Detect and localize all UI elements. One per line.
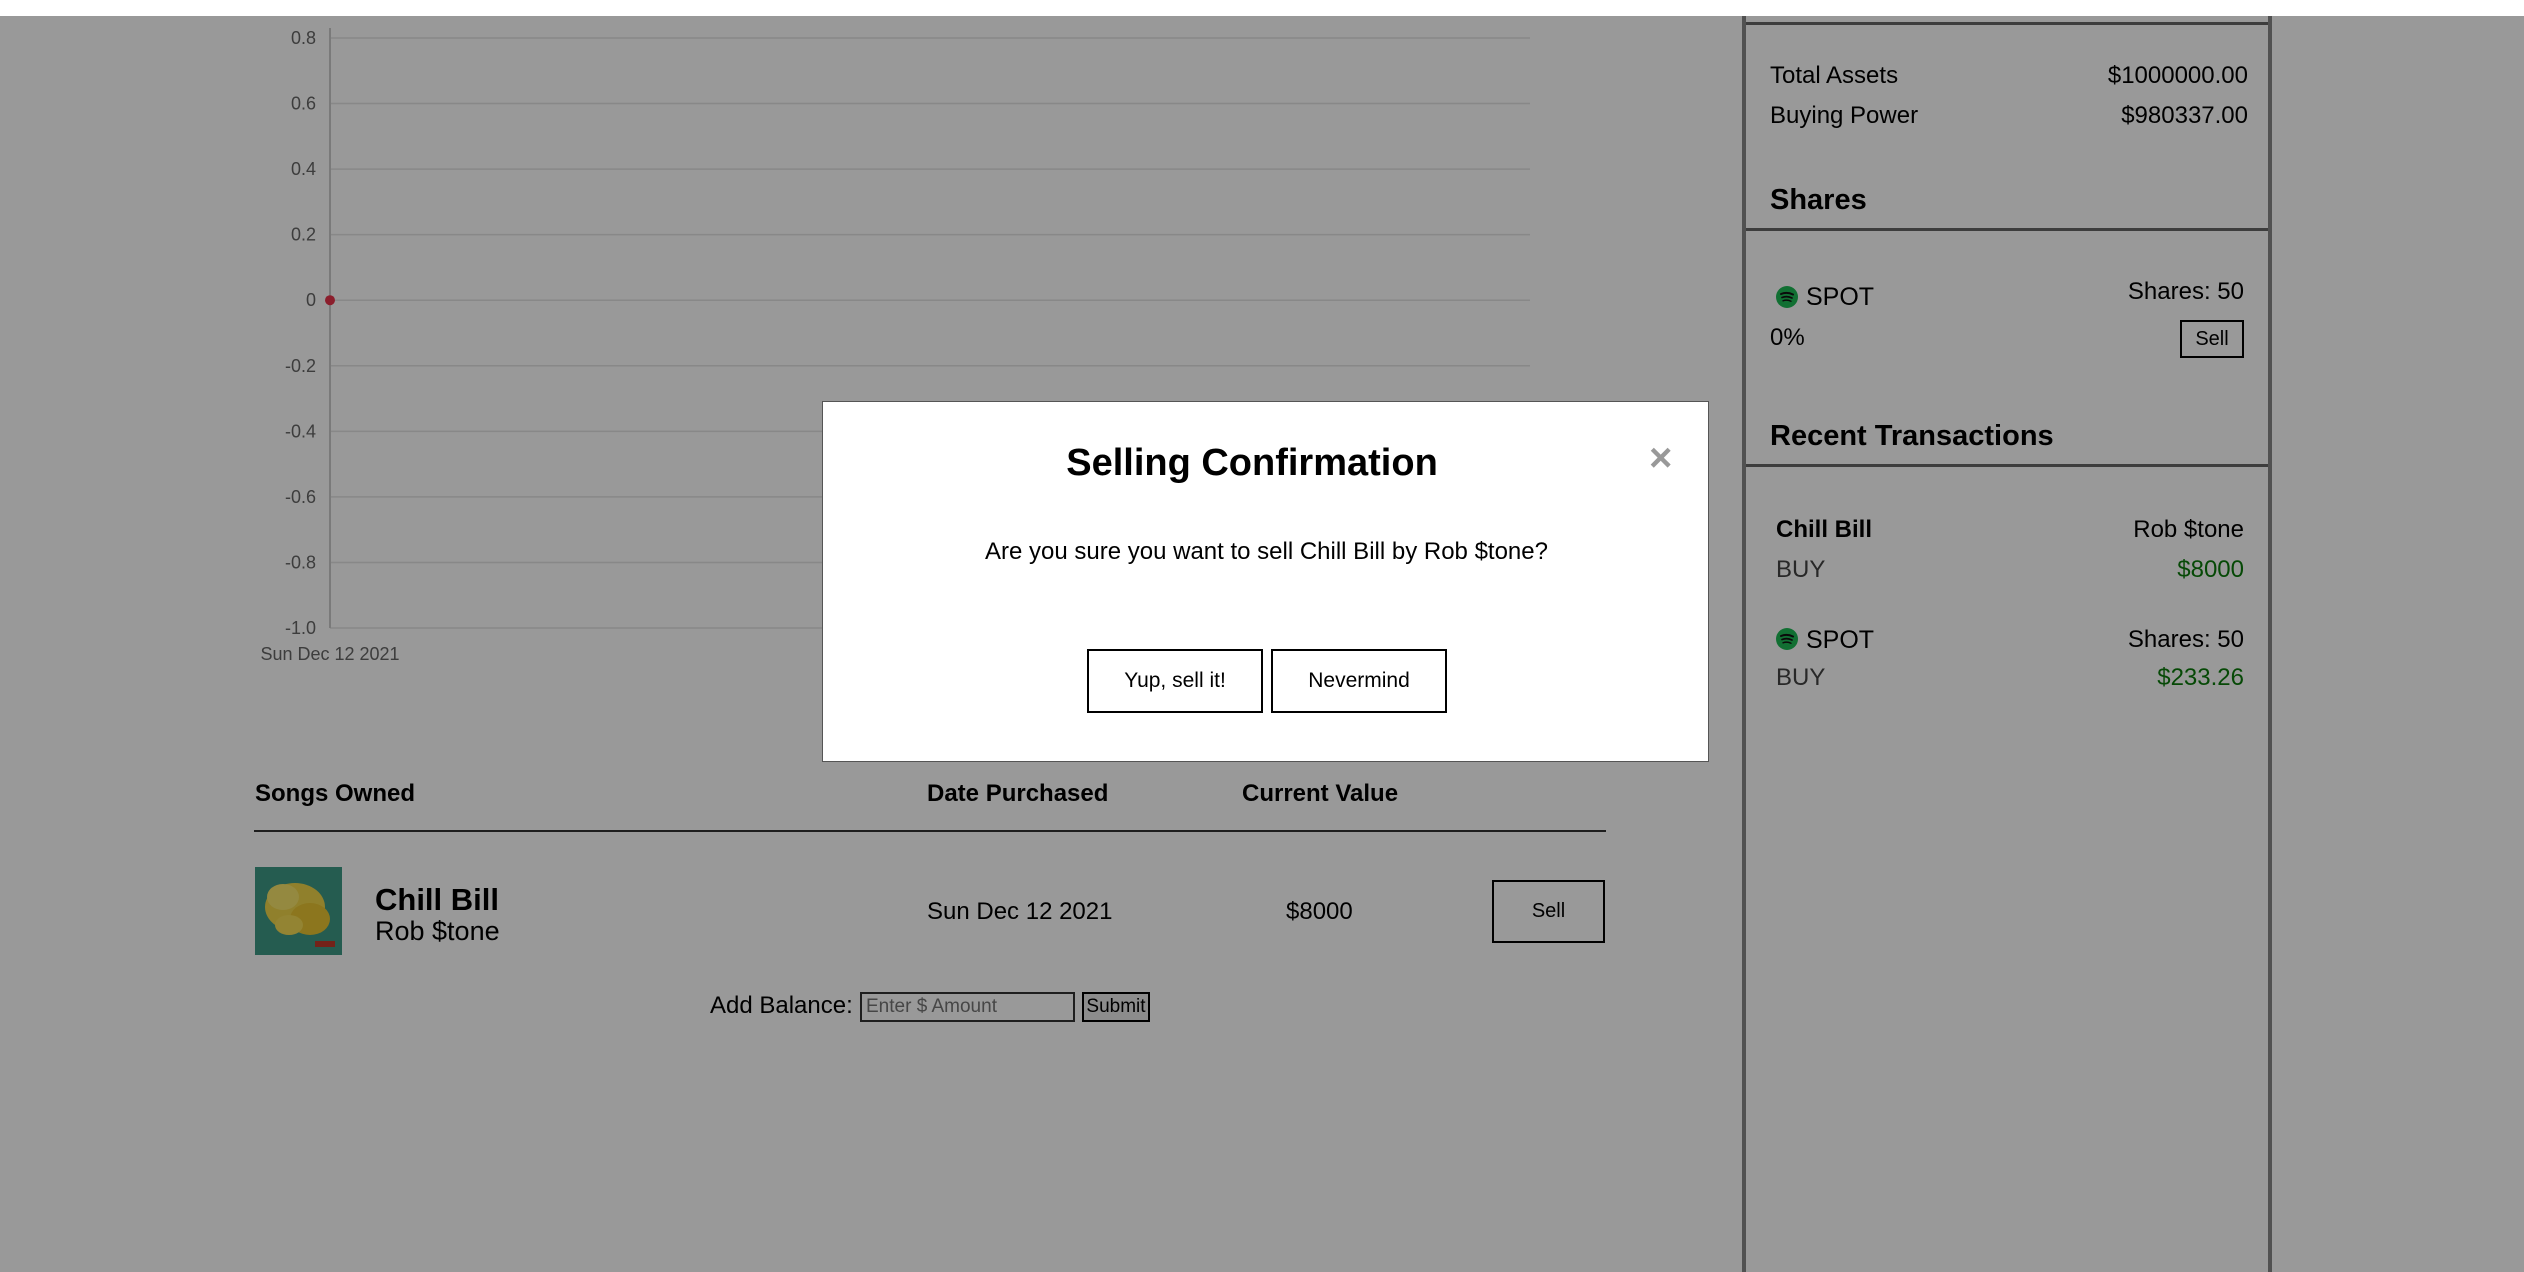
modal-message: Are you sure you want to sell Chill Bill…: [985, 538, 1548, 565]
cancel-button[interactable]: Nevermind: [1271, 649, 1447, 713]
close-icon[interactable]: ×: [1649, 438, 1672, 478]
browser-top-strip: [0, 0, 2524, 16]
selling-confirmation-modal: Selling Confirmation × Are you sure you …: [822, 401, 1709, 762]
confirm-sell-button[interactable]: Yup, sell it!: [1087, 649, 1263, 713]
modal-title: Selling Confirmation: [1066, 442, 1438, 484]
